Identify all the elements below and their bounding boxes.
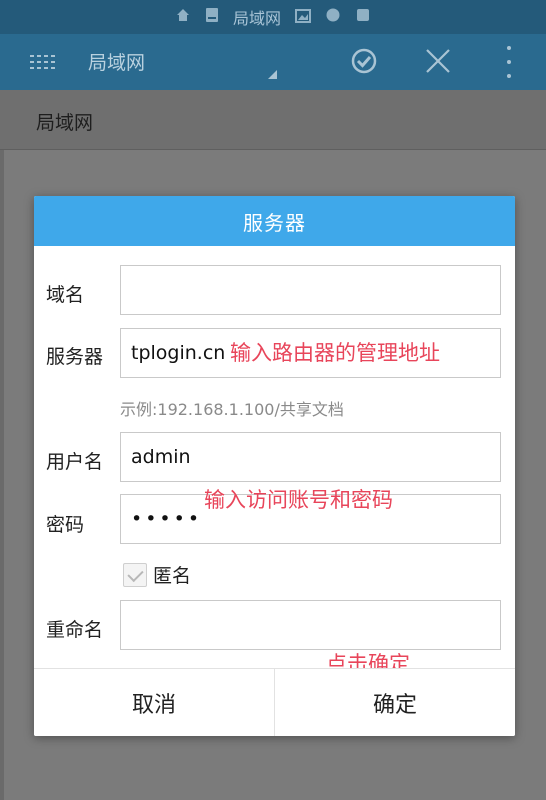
box-icon [355,7,371,27]
username-input[interactable] [120,432,501,482]
dialog-button-row: 取消 确定 [34,668,515,736]
dialog-header: 服务器 [34,196,515,246]
server-input[interactable] [120,328,501,378]
status-bar-title: 局域网 [232,9,281,28]
username-label: 用户名 [46,451,104,473]
server-label: 服务器 [46,346,104,368]
password-input[interactable] [120,494,501,544]
domain-input[interactable] [120,265,501,315]
left-edge-strip [0,150,4,800]
status-bar: 局域网 [0,0,546,34]
password-label: 密码 [46,514,85,536]
close-icon[interactable] [424,47,452,75]
app-bar-title: 局域网 [88,52,146,74]
server-dialog: 服务器 域名 服务器 输入路由器的管理地址 示例:192.168.1.100/共… [34,196,515,736]
dialog-title: 服务器 [243,210,306,235]
confirm-button[interactable]: 确定 [275,669,515,736]
app-bar: 局域网 [0,34,546,90]
check-circle-icon[interactable] [350,47,378,75]
subheader: 局域网 [0,90,546,150]
domain-label: 域名 [46,284,85,306]
dropdown-caret-icon[interactable] [268,70,277,79]
server-hint: 示例:192.168.1.100/共享文档 [120,400,344,419]
cancel-button[interactable]: 取消 [34,669,275,736]
rename-label: 重命名 [46,619,104,641]
home-icon [175,7,191,27]
more-vertical-icon[interactable] [504,46,514,78]
globe-icon [325,7,341,27]
image-icon [295,8,311,27]
anonymous-checkbox[interactable] [123,562,147,587]
anonymous-checkbox-row[interactable]: 匿名 [123,561,191,588]
drive-icon [205,7,219,27]
rename-input[interactable] [120,600,501,650]
menu-icon[interactable] [30,51,56,73]
subheader-title: 局域网 [36,112,94,134]
anonymous-label: 匿名 [153,565,192,587]
